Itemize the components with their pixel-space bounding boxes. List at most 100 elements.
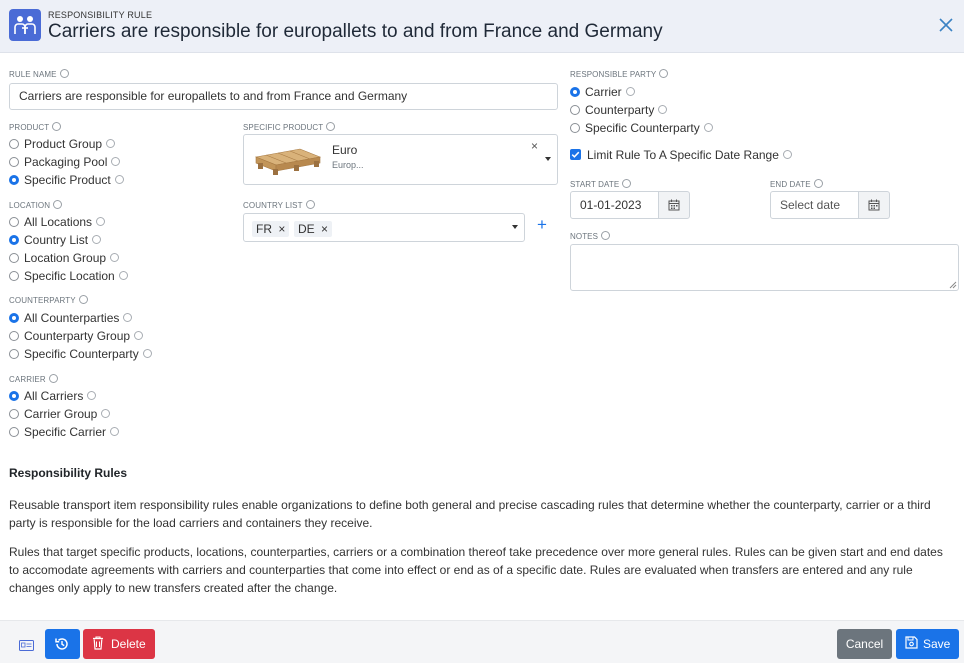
product-name: Euro	[332, 143, 358, 157]
carrier-label: CARRIER	[9, 374, 58, 384]
info-icon	[110, 427, 120, 437]
radio-icon[interactable]	[570, 104, 580, 115]
add-country-button[interactable]: +	[537, 215, 547, 235]
remove-tag-icon[interactable]: ×	[321, 222, 328, 236]
info-icon	[114, 175, 124, 185]
close-icon[interactable]	[936, 15, 956, 35]
rule-name-input[interactable]: Carriers are responsible for europallets…	[9, 83, 558, 110]
location-option-all[interactable]: All Locations	[9, 214, 106, 230]
end-date-input[interactable]: Select date	[770, 191, 859, 219]
history-button[interactable]	[45, 629, 80, 659]
responsibility-people-icon	[9, 9, 41, 41]
responsible-party-label: RESPONSIBLE PARTY	[570, 69, 669, 79]
start-date-calendar-button[interactable]	[658, 191, 690, 219]
radio-icon[interactable]	[9, 252, 19, 263]
radio-icon[interactable]	[9, 348, 19, 359]
responsible-option-carrier[interactable]: Carrier	[570, 84, 635, 100]
product-option-specific-product[interactable]: Specific Product	[9, 172, 124, 188]
chevron-down-icon[interactable]	[545, 157, 551, 161]
radio-selected-icon[interactable]	[9, 234, 19, 245]
carrier-option-group[interactable]: Carrier Group	[9, 406, 111, 422]
notes-textarea[interactable]	[570, 244, 959, 291]
counterparty-option-all[interactable]: All Counterparties	[9, 310, 133, 326]
start-date-label: START DATE	[570, 179, 632, 189]
save-button[interactable]: Save	[896, 629, 959, 659]
modal-footer: Delete Cancel Save	[0, 620, 964, 663]
radio-icon[interactable]	[9, 216, 19, 227]
id-card-icon[interactable]	[19, 638, 34, 651]
radio-icon[interactable]	[9, 270, 19, 281]
history-icon	[55, 638, 68, 650]
info-icon	[142, 349, 152, 359]
info-icon	[48, 374, 58, 384]
start-date-input[interactable]: 01-01-2023	[570, 191, 659, 219]
calendar-icon	[868, 199, 880, 211]
info-icon	[111, 157, 121, 167]
info-icon	[305, 200, 315, 210]
info-icon	[87, 391, 97, 401]
calendar-icon	[668, 199, 680, 211]
cancel-button[interactable]: Cancel	[837, 629, 892, 659]
modal-title: Carriers are responsible for europallets…	[48, 21, 663, 42]
location-option-group[interactable]: Location Group	[9, 250, 120, 266]
specific-product-select[interactable]: Euro Europ... ×	[243, 134, 558, 185]
info-icon	[96, 217, 106, 227]
info-icon	[658, 105, 668, 115]
info-icon	[118, 271, 128, 281]
responsible-option-specific-counterparty[interactable]: Specific Counterparty	[570, 120, 713, 136]
remove-tag-icon[interactable]: ×	[278, 222, 285, 236]
radio-icon[interactable]	[9, 330, 19, 341]
counterparty-option-group[interactable]: Counterparty Group	[9, 328, 144, 344]
info-icon	[52, 122, 62, 132]
radio-icon[interactable]	[570, 122, 580, 133]
pallet-image	[254, 143, 322, 177]
carrier-option-all[interactable]: All Carriers	[9, 388, 97, 404]
notes-label: NOTES	[570, 231, 611, 241]
responsible-option-counterparty[interactable]: Counterparty	[570, 102, 668, 118]
country-tag: FR ×	[252, 221, 290, 237]
radio-selected-icon[interactable]	[570, 86, 580, 97]
country-list-label: COUNTRY LIST	[243, 200, 315, 210]
location-option-specific[interactable]: Specific Location	[9, 268, 128, 284]
product-option-packaging-pool[interactable]: Packaging Pool	[9, 154, 121, 170]
end-date-calendar-button[interactable]	[858, 191, 890, 219]
location-option-country-list[interactable]: Country List	[9, 232, 102, 248]
trash-icon	[93, 636, 103, 650]
resize-handle-icon[interactable]	[949, 281, 957, 289]
radio-icon[interactable]	[9, 408, 19, 419]
clear-product-icon[interactable]: ×	[531, 139, 538, 153]
info-icon	[326, 122, 336, 132]
info-icon	[106, 139, 116, 149]
radio-icon[interactable]	[9, 426, 19, 437]
info-icon	[782, 150, 792, 160]
radio-icon[interactable]	[9, 138, 19, 149]
info-paragraph: Reusable transport item responsibility r…	[9, 498, 931, 530]
info-paragraph: Rules that target specific products, loc…	[9, 545, 943, 595]
info-icon	[134, 331, 144, 341]
modal-subtitle: RESPONSIBILITY RULE	[48, 10, 153, 20]
info-icon	[110, 253, 120, 263]
info-icon	[53, 200, 63, 210]
radio-selected-icon[interactable]	[9, 390, 19, 401]
info-icon	[622, 179, 632, 189]
chevron-down-icon[interactable]	[512, 225, 518, 229]
carrier-option-specific[interactable]: Specific Carrier	[9, 424, 120, 440]
radio-icon[interactable]	[9, 156, 19, 167]
radio-selected-icon[interactable]	[9, 312, 19, 323]
counterparty-label: COUNTERPARTY	[9, 295, 88, 305]
info-icon	[601, 231, 611, 241]
counterparty-option-specific[interactable]: Specific Counterparty	[9, 346, 152, 362]
info-icon	[101, 409, 111, 419]
country-list-select[interactable]: FR × DE ×	[243, 213, 525, 242]
product-description: Europ...	[332, 160, 364, 170]
product-label: PRODUCT	[9, 122, 62, 132]
info-icon	[625, 87, 635, 97]
delete-button[interactable]: Delete	[83, 629, 155, 659]
date-range-checkbox[interactable]: Limit Rule To A Specific Date Range	[570, 147, 792, 163]
checkbox-checked-icon[interactable]	[570, 149, 581, 161]
country-tag: DE ×	[294, 221, 333, 237]
save-icon	[905, 636, 918, 649]
product-option-product-group[interactable]: Product Group	[9, 136, 116, 152]
rule-name-label: RULE NAME	[9, 69, 69, 79]
radio-selected-icon[interactable]	[9, 174, 19, 185]
